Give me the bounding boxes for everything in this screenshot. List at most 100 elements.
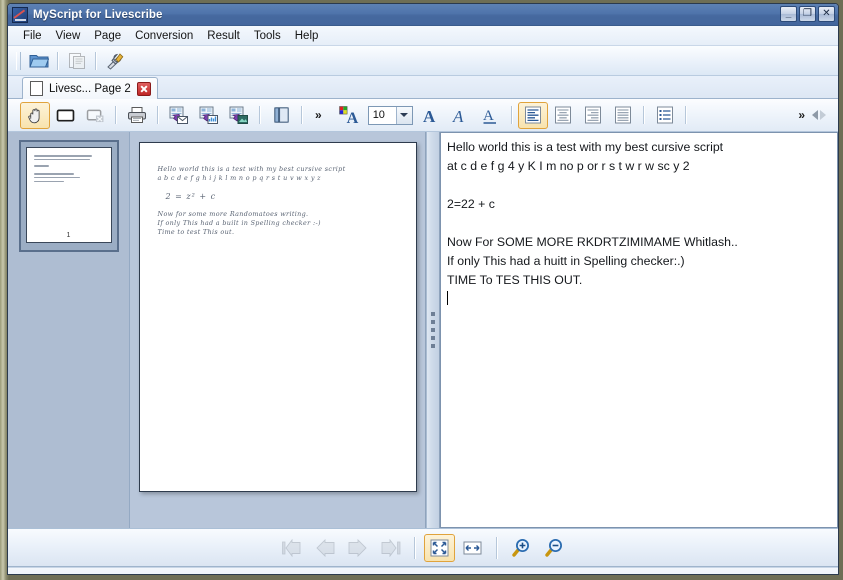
open-folder-button[interactable] [26, 49, 52, 73]
previous-page-button[interactable] [309, 534, 340, 562]
menu-conversion[interactable]: Conversion [128, 28, 200, 44]
align-center-button[interactable] [548, 102, 578, 129]
menu-page[interactable]: Page [87, 28, 128, 44]
view-toolbar-overflow-button[interactable]: » [308, 108, 327, 122]
underline-a-icon: A [483, 108, 496, 124]
splitter-grip-icon [431, 312, 435, 348]
fit-page-icon [430, 539, 449, 556]
menu-tools[interactable]: Tools [247, 28, 288, 44]
text-caret [447, 291, 448, 305]
align-left-icon [524, 106, 541, 124]
tab-livescribe-page-2[interactable]: Livesc... Page 2 [22, 77, 158, 99]
fit-page-button[interactable] [424, 533, 455, 562]
copy-pages-button[interactable] [64, 49, 90, 73]
font-color-icon: A [339, 105, 359, 125]
toolbar-nav-arrows-button[interactable] [810, 108, 838, 122]
menu-help[interactable]: Help [288, 28, 326, 44]
zoom-in-button[interactable] [506, 534, 537, 562]
text-line: Hello world this is a test with my best … [447, 140, 724, 154]
close-icon: ✕ [822, 8, 831, 19]
tab-label: Livesc... Page 2 [49, 82, 131, 95]
select-rect-button[interactable] [50, 102, 80, 129]
navigation-toolbar [8, 528, 838, 567]
tab-close-button[interactable] [136, 81, 151, 96]
last-page-icon [381, 538, 400, 557]
bold-button[interactable]: A [416, 102, 446, 129]
file-toolbar [8, 46, 838, 76]
print-button[interactable] [122, 102, 152, 129]
italic-button[interactable]: A [446, 102, 476, 129]
rectangle-delete-icon [86, 109, 103, 122]
tools-button[interactable] [102, 49, 128, 73]
thumb-ink-line [33, 180, 65, 183]
last-page-button[interactable] [375, 534, 406, 562]
align-left-button[interactable] [517, 101, 548, 129]
panel-splitter[interactable] [426, 132, 440, 528]
ink-line-2: a b c d e f g h i j k l m n o p q r s t … [157, 174, 321, 182]
toolbar-separator-6 [301, 106, 303, 124]
bullet-list-button[interactable] [650, 102, 680, 129]
page-sheet[interactable]: Hello world this is a test with my best … [138, 142, 417, 492]
ink-line-6: Time to test This out. [157, 228, 235, 236]
toolbar-separator-2 [95, 51, 97, 70]
bullet-list-icon [656, 106, 673, 124]
align-right-icon [584, 106, 601, 124]
export-mail-button[interactable] [164, 102, 194, 129]
screwdriver-wrench-icon [107, 52, 124, 70]
window-title: MyScript for Livescribe [33, 8, 163, 21]
menu-file[interactable]: File [16, 28, 49, 44]
maximize-button[interactable]: ❐ [799, 6, 816, 22]
delete-rect-button[interactable] [80, 102, 110, 129]
rectangle-icon [56, 109, 74, 121]
page-view-panel[interactable]: Hello world this is a test with my best … [130, 132, 426, 528]
thumb-ink-line [33, 176, 80, 179]
text-line-blank [447, 214, 831, 233]
zoom-out-button[interactable] [539, 534, 570, 562]
align-justify-icon [614, 106, 631, 124]
export-image-button[interactable] [224, 102, 254, 129]
menu-result[interactable]: Result [200, 28, 247, 44]
first-page-button[interactable] [276, 534, 307, 562]
thumbnail-item-1[interactable]: 1 [18, 140, 119, 252]
minimize-button[interactable]: _ [780, 6, 797, 22]
toolbar-grip[interactable] [16, 51, 21, 70]
toolbar-separator-5 [259, 106, 261, 124]
folder-icon [29, 55, 49, 68]
text-line: at c d e f g 4 y K I m no p or r s t w r… [447, 159, 690, 173]
ink-line-5: If only This had a built in Spelling che… [157, 219, 321, 227]
fit-width-button[interactable] [457, 534, 488, 562]
copy-pages-icon [68, 52, 85, 69]
svg-text:A: A [423, 107, 436, 125]
hand-tool-button[interactable] [20, 101, 50, 129]
close-button[interactable]: ✕ [818, 6, 835, 22]
font-color-button[interactable]: A [335, 102, 365, 129]
toolbar-separator-1 [57, 51, 59, 70]
status-mode-text: Text (English - UnitedStates - Natural h… [320, 574, 678, 575]
notebook-button[interactable] [266, 102, 296, 129]
page-document-icon [30, 81, 43, 96]
text-line: Now For SOME MORE RKDRTZIMIMAME Whitlash… [447, 235, 738, 249]
svg-text:A: A [483, 108, 494, 124]
thumb-ink-line [33, 158, 90, 161]
font-size-combo[interactable]: 10 [367, 105, 413, 125]
svg-text:A: A [347, 110, 359, 125]
align-right-button[interactable] [578, 102, 608, 129]
format-toolbar-overflow-button[interactable]: » [791, 108, 810, 122]
export-image-icon [229, 106, 248, 124]
thumb-ink-line [33, 165, 49, 167]
text-caret-line [447, 290, 831, 309]
recognized-text-editor[interactable]: Hello world this is a test with my best … [440, 132, 838, 528]
toolbar-separator-8 [642, 106, 645, 124]
align-justify-button[interactable] [608, 102, 638, 129]
underline-button[interactable]: A [476, 102, 506, 129]
hand-icon [27, 108, 40, 123]
status-ready-text: Ready. [8, 574, 320, 575]
menu-view[interactable]: View [49, 28, 88, 44]
status-bar: Ready. Text (English - UnitedStates - Na… [8, 567, 838, 575]
chevron-down-icon[interactable] [395, 106, 412, 124]
next-page-button[interactable] [342, 534, 373, 562]
svg-text:A: A [452, 107, 464, 125]
printer-icon [128, 107, 146, 123]
export-document-button[interactable] [194, 102, 224, 129]
maximize-icon: ❐ [803, 8, 812, 19]
